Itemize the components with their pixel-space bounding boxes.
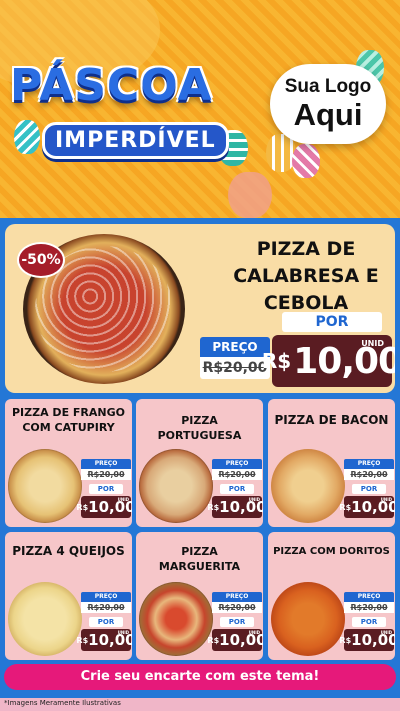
easter-egg-icon [292, 144, 320, 178]
new-price-tag: POR R$ 10,00 UNID [262, 312, 395, 390]
easter-egg-icon [228, 172, 272, 218]
old-price: R$20,00 [81, 602, 131, 613]
product-card[interactable]: PIZZA DE FRANGO COM CATUPIRY PREÇO R$20,… [5, 399, 132, 527]
old-price: R$20,00 [212, 602, 262, 613]
price-tag: PREÇO R$20,00 POR R$ 10,00 UNID [76, 459, 132, 518]
price-label: PREÇO [81, 459, 131, 469]
logo-placeholder[interactable]: Sua Logo Aqui [270, 64, 386, 144]
product-card[interactable]: PIZZA COM DORITOS PREÇO R$20,00 POR R$ 10… [268, 532, 395, 660]
pizza-doritos-image [271, 582, 345, 656]
new-price: R$ 10,00 UNID [76, 496, 132, 518]
product-name: PIZZA PORTUGUESA [157, 414, 242, 442]
product-name: PIZZA COM DORITOS [273, 546, 390, 557]
unit-label: UNID [361, 339, 384, 348]
currency-symbol: R$ [207, 502, 220, 512]
logo-text-line2: Aqui [293, 97, 363, 132]
header-banner: PÁSCOA IMPERDÍVEL Sua Logo Aqui [0, 0, 400, 218]
new-price: R$ 10,00 UNID [76, 629, 132, 651]
price-label: PREÇO [212, 459, 262, 469]
price-label: PREÇO [212, 592, 262, 602]
product-card[interactable]: PIZZA 4 QUEIJOS PREÇO R$20,00 POR R$ 10,0… [5, 532, 132, 660]
featured-offer[interactable]: -50% PIZZA DE CALABRESA E CEBOLA PREÇO R… [5, 224, 395, 393]
por-label: POR [89, 617, 123, 627]
discount-badge: -50% [17, 242, 65, 278]
page-subtitle: IMPERDÍVEL [42, 122, 229, 159]
product-card[interactable]: PIZZA DE BACON PREÇO R$20,00 POR R$ 10,00… [268, 399, 395, 527]
logo-text-line1: Sua Logo [284, 76, 372, 97]
create-flyer-button[interactable]: Crie seu encarte com este tema! [4, 664, 396, 690]
easter-egg-icon [14, 120, 40, 154]
new-price: R$ 10,00 UNID [339, 629, 395, 651]
product-name: PIZZA MARGUERITA [158, 545, 241, 573]
currency-symbol: R$ [207, 635, 220, 645]
unit-label: UNID [117, 497, 129, 502]
price-label: PREÇO [81, 592, 131, 602]
pizza-portuguesa-image [139, 449, 213, 523]
old-price: R$20,00 [81, 469, 131, 480]
currency-symbol: R$ [261, 349, 292, 373]
old-price: R$20,00 [200, 357, 270, 379]
product-card[interactable]: PIZZA MARGUERITA PREÇO R$20,00 POR R$ 10,… [136, 532, 263, 660]
unit-label: UNID [117, 630, 129, 635]
currency-symbol: R$ [76, 502, 89, 512]
por-label: POR [282, 312, 382, 332]
price-tag: PREÇO R$20,00 POR R$ 10,00 UNID [339, 459, 395, 518]
currency-symbol: R$ [339, 635, 352, 645]
price-label: PREÇO [200, 337, 270, 357]
por-label: POR [352, 617, 386, 627]
unit-label: UNID [248, 630, 260, 635]
pizza-bacon-image [271, 449, 345, 523]
old-price: R$20,00 [212, 469, 262, 480]
price-tag: PREÇO R$20,00 POR R$ 10,00 UNID [207, 459, 263, 518]
unit-label: UNID [248, 497, 260, 502]
page-title: PÁSCOA [10, 60, 213, 111]
new-price: R$ 10,00 UNID [339, 496, 395, 518]
por-label: POR [89, 484, 123, 494]
new-price: R$ 10,00 UNID [207, 496, 263, 518]
price-tag: PREÇO R$20,00 POR R$ 10,00 UNID [207, 592, 263, 651]
pizza-marguerita-image [139, 582, 213, 656]
pizza-4-queijos-image [8, 582, 82, 656]
por-label: POR [220, 484, 254, 494]
product-card[interactable]: PIZZA PORTUGUESA PREÇO R$20,00 POR R$ 10,… [136, 399, 263, 527]
new-price: R$ 10,00 UNID [262, 335, 395, 387]
currency-symbol: R$ [339, 502, 352, 512]
unit-label: UNID [380, 497, 392, 502]
por-label: POR [220, 617, 254, 627]
currency-symbol: R$ [76, 635, 89, 645]
por-label: POR [352, 484, 386, 494]
old-price: R$20,00 [344, 602, 394, 613]
new-price: R$ 10,00 UNID [207, 629, 263, 651]
old-price: R$20,00 [344, 469, 394, 480]
product-name: PIZZA 4 QUEIJOS [12, 544, 125, 558]
price-label: PREÇO [344, 459, 394, 469]
featured-product-name: PIZZA DE CALABRESA E CEBOLA [233, 238, 379, 314]
disclaimer-text: *Imagens Meramente Ilustrativas [4, 699, 121, 707]
pizza-frango-image [8, 449, 82, 523]
price-tag: PREÇO R$20,00 POR R$ 10,00 UNID [339, 592, 395, 651]
product-name: PIZZA DE FRANGO COM CATUPIRY [11, 406, 125, 434]
old-price-tag: PREÇO R$20,00 [200, 337, 270, 381]
unit-label: UNID [380, 630, 392, 635]
product-name: PIZZA DE BACON [274, 413, 389, 427]
offers-board: -50% PIZZA DE CALABRESA E CEBOLA PREÇO R… [0, 218, 400, 698]
price-label: PREÇO [344, 592, 394, 602]
price-tag: PREÇO R$20,00 POR R$ 10,00 UNID [76, 592, 132, 651]
